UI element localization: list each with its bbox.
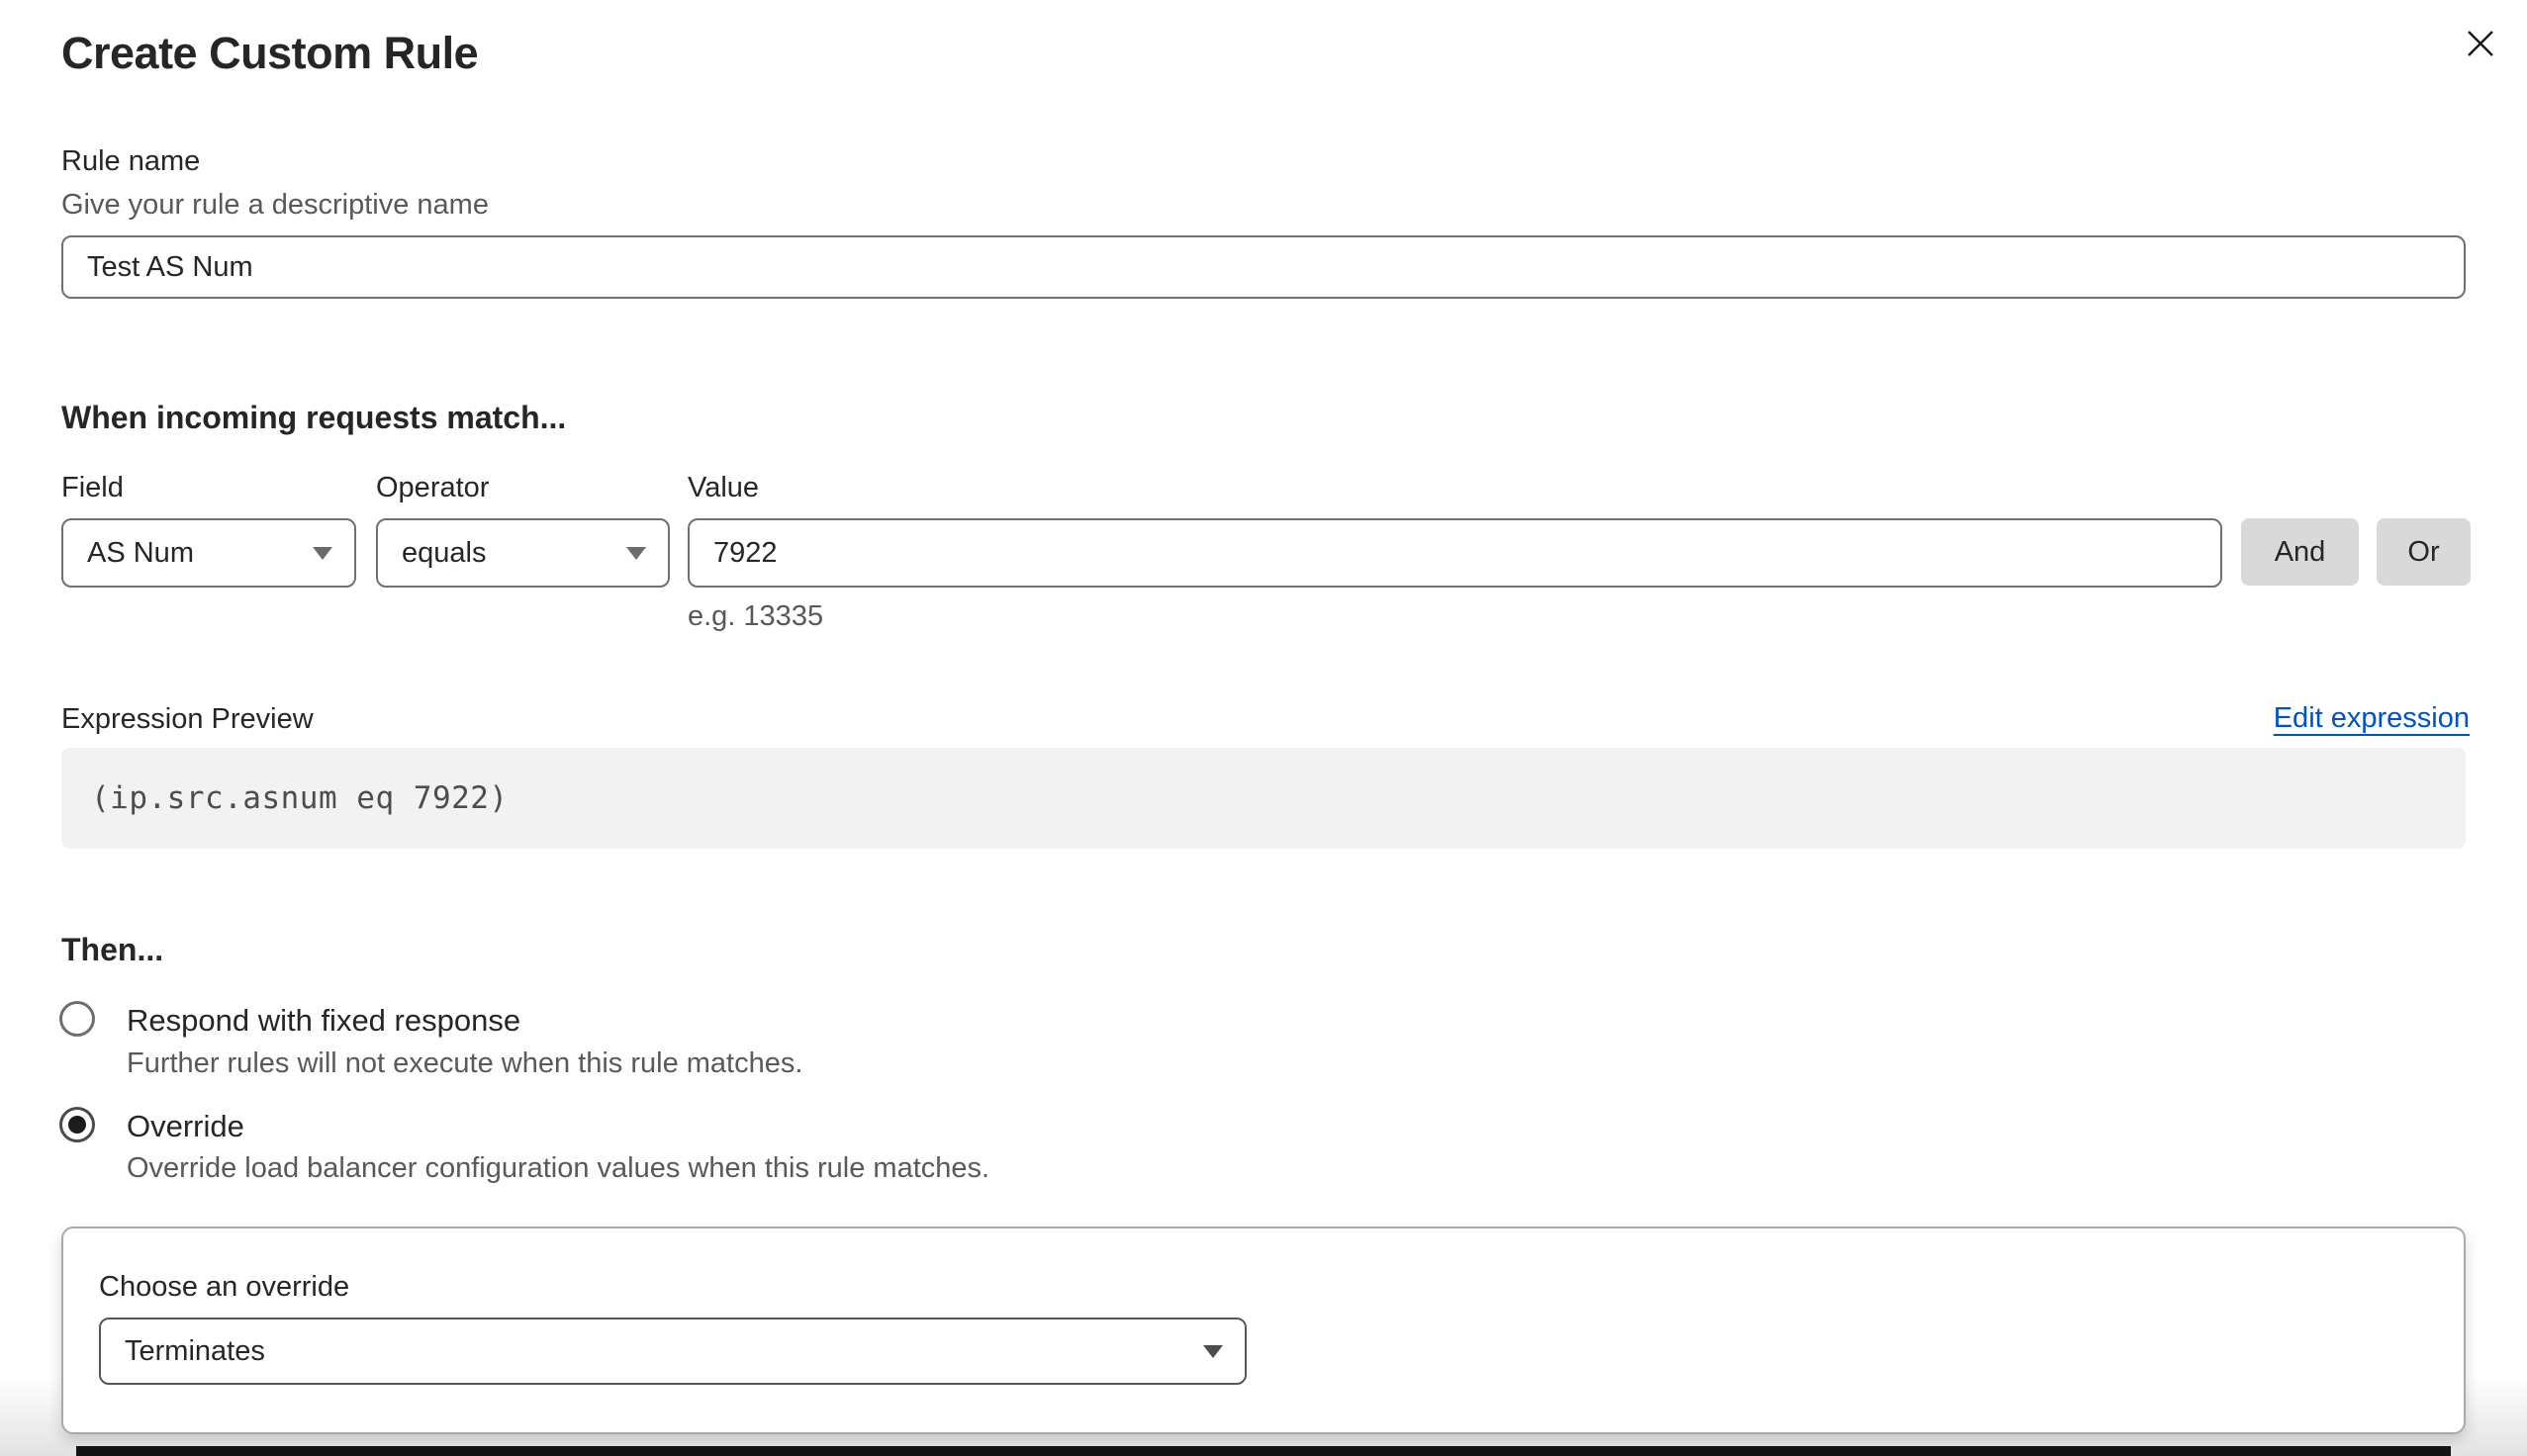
expression-preview-label: Expression Preview [61, 702, 314, 737]
chevron-down-icon [626, 547, 646, 560]
rule-name-input[interactable] [61, 235, 2466, 299]
override-select[interactable]: Terminates [99, 1318, 1247, 1385]
or-button[interactable]: Or [2377, 518, 2471, 586]
operator-select[interactable]: equals [376, 518, 670, 588]
field-label: Field [61, 471, 124, 505]
rule-name-helper: Give your rule a descriptive name [61, 188, 489, 223]
page-title: Create Custom Rule [61, 28, 478, 79]
radio-override-helper: Override load balancer configuration val… [127, 1151, 989, 1186]
value-hint: e.g. 13335 [688, 599, 823, 634]
edit-expression-link[interactable]: Edit expression [2274, 702, 2470, 735]
close-icon [2464, 48, 2497, 63]
rule-name-label: Rule name [61, 144, 200, 179]
then-heading: Then... [61, 932, 163, 968]
operator-label: Operator [376, 471, 489, 505]
radio-respond-fixed-response-helper: Further rules will not execute when this… [127, 1046, 802, 1081]
chevron-down-icon [1203, 1345, 1223, 1358]
match-heading: When incoming requests match... [61, 400, 566, 436]
radio-respond-fixed-response-label: Respond with fixed response [127, 1003, 520, 1039]
background-window-edge [76, 1446, 2451, 1456]
and-button[interactable]: And [2241, 518, 2359, 586]
expression-code: (ip.src.asnum eq 7922) [91, 780, 509, 816]
value-input[interactable] [688, 518, 2222, 588]
field-select-value: AS Num [87, 537, 194, 570]
value-label: Value [688, 471, 759, 505]
operator-select-value: equals [402, 537, 486, 570]
expression-preview-box: (ip.src.asnum eq 7922) [61, 748, 2466, 849]
radio-selected-dot [68, 1116, 86, 1134]
radio-override[interactable] [59, 1107, 95, 1142]
override-select-value: Terminates [125, 1335, 265, 1368]
chevron-down-icon [313, 547, 332, 560]
choose-override-label: Choose an override [99, 1270, 349, 1305]
close-button[interactable] [2454, 18, 2507, 71]
radio-respond-fixed-response[interactable] [59, 1001, 95, 1037]
radio-override-label: Override [127, 1109, 244, 1144]
field-select[interactable]: AS Num [61, 518, 356, 588]
